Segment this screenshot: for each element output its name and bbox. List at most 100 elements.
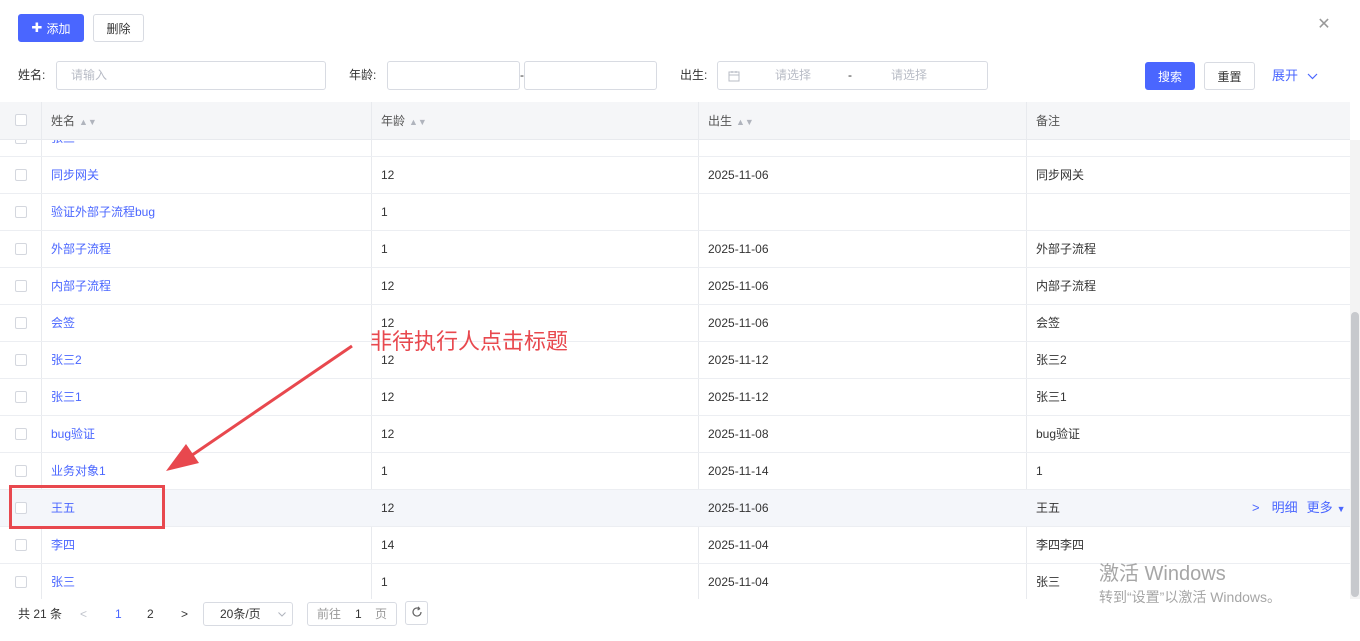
delete-button[interactable]: 删除: [93, 14, 144, 42]
row-note: 王五: [1036, 501, 1061, 515]
expand-toggle[interactable]: 展开: [1272, 62, 1318, 90]
birth-date-range-picker[interactable]: 请选择 - 请选择: [717, 61, 988, 90]
name-input[interactable]: 请输入: [56, 61, 326, 90]
row-more-label: 更多: [1306, 500, 1333, 515]
row-title-link[interactable]: 外部子流程: [51, 231, 111, 267]
row-checkbox[interactable]: [15, 169, 27, 181]
column-header-birth[interactable]: 出生 ▲▼: [708, 102, 754, 140]
row-checkbox[interactable]: [15, 465, 27, 477]
column-header-age-label: 年龄: [381, 114, 406, 128]
watermark-line2: 转到“设置”以激活 Windows。: [1099, 589, 1282, 605]
goto-page-input[interactable]: 1: [355, 603, 362, 625]
row-age: 1: [381, 575, 388, 589]
age-max-input[interactable]: [524, 61, 657, 90]
row-actions: > 明细 更多 ▼: [1252, 490, 1346, 526]
table-row: 李四 14 2025-11-04 李四李四: [0, 527, 1350, 564]
row-checkbox[interactable]: [15, 206, 27, 218]
add-button[interactable]: ✚ 添加: [18, 14, 84, 42]
row-checkbox[interactable]: [15, 576, 27, 588]
annotation-highlight-box: [9, 485, 165, 529]
row-age: 12: [381, 501, 395, 515]
row-title-link[interactable]: 张三: [51, 564, 75, 599]
row-age: 12: [381, 427, 395, 441]
column-header-age[interactable]: 年龄 ▲▼: [381, 102, 427, 140]
search-form: 姓名: 请输入 年龄: - 出生: 请选择 - 请选择 搜索 重置: [0, 56, 1360, 100]
birth-start-placeholder: 请选择: [775, 68, 812, 82]
expand-label: 展开: [1272, 68, 1299, 83]
goto-page-unit: 页: [375, 607, 388, 621]
next-page-icon[interactable]: >: [181, 599, 188, 629]
chevron-right-icon[interactable]: >: [1252, 500, 1260, 515]
reset-button[interactable]: 重置: [1204, 62, 1255, 90]
page-number[interactable]: 2: [147, 599, 154, 629]
row-birth: 2025-11-14: [708, 464, 769, 478]
goto-page-box[interactable]: 前往 1 页: [307, 602, 397, 626]
row-checkbox[interactable]: [15, 280, 27, 292]
row-title-link[interactable]: 张三2: [51, 342, 82, 378]
row-checkbox[interactable]: [15, 539, 27, 551]
row-title-link[interactable]: 会签: [51, 305, 75, 341]
row-title-link[interactable]: 业务对象1: [51, 453, 106, 489]
row-birth: 2025-11-04: [708, 538, 769, 552]
column-header-name[interactable]: 姓名 ▲▼: [51, 102, 97, 140]
row-checkbox[interactable]: [15, 243, 27, 255]
row-title-link[interactable]: 李四: [51, 527, 75, 563]
row-checkbox[interactable]: [15, 317, 27, 329]
chevron-down-icon: [278, 612, 286, 617]
row-age: 12: [381, 390, 395, 404]
annotation-text: 非待执行人点击标题: [370, 330, 569, 355]
row-age: 12: [381, 279, 395, 293]
delete-button-label: 删除: [106, 21, 131, 36]
birth-end-placeholder: 请选择: [891, 68, 928, 82]
row-more-dropdown[interactable]: 更多 ▼: [1307, 500, 1346, 515]
row-detail-link[interactable]: 明细: [1272, 500, 1298, 515]
row-age: 1: [381, 205, 388, 219]
row-title-link[interactable]: bug验证: [51, 416, 95, 452]
add-button-label: 添加: [46, 21, 71, 36]
row-birth: 2025-11-08: [708, 427, 769, 441]
page-size-select[interactable]: 20条/页: [203, 602, 293, 626]
column-header-birth-label: 出生: [708, 114, 733, 128]
table-row: 张三1 12 2025-11-12 张三1: [0, 379, 1350, 416]
column-header-note: 备注: [1036, 102, 1060, 140]
refresh-button[interactable]: [405, 601, 428, 625]
row-note: 李四李四: [1036, 538, 1085, 552]
sort-icon[interactable]: ▲▼: [736, 117, 754, 127]
close-icon[interactable]: ✕: [1316, 17, 1332, 33]
sort-icon[interactable]: ▲▼: [79, 117, 97, 127]
prev-page-icon[interactable]: <: [80, 599, 87, 629]
toolbar: ✚ 添加 删除 ✕: [0, 0, 1360, 56]
age-min-input[interactable]: [387, 61, 520, 90]
birth-label: 出生:: [680, 68, 708, 82]
search-button-label: 搜索: [1157, 69, 1182, 84]
row-birth: 2025-11-06: [708, 501, 769, 515]
goto-label: 前往: [317, 607, 342, 621]
row-checkbox[interactable]: [15, 354, 27, 366]
row-note: 张三: [1036, 575, 1061, 589]
column-header-note-label: 备注: [1036, 114, 1061, 128]
row-title-link[interactable]: 同步网关: [51, 157, 99, 193]
table-row: 业务对象1 1 2025-11-14 1: [0, 453, 1350, 490]
row-title-link[interactable]: 内部子流程: [51, 268, 111, 304]
row-checkbox[interactable]: [15, 391, 27, 403]
row-title-link[interactable]: 验证外部子流程bug: [51, 194, 155, 230]
page-number[interactable]: 1: [115, 599, 122, 629]
row-birth: 2025-11-06: [708, 279, 769, 293]
table-scrollbar-thumb[interactable]: [1351, 312, 1359, 597]
page-size-value: 20条/页: [220, 607, 261, 621]
table-row: 张三: [0, 140, 1350, 157]
row-title-link[interactable]: 张三1: [51, 379, 82, 415]
row-checkbox[interactable]: [15, 140, 27, 144]
sort-icon[interactable]: ▲▼: [409, 117, 427, 127]
data-table: 姓名▲▼ 年龄▲▼ 出生▲▼ 备注 张三 同步网关122025-11-06同步网…: [0, 102, 1360, 599]
row-note: 张三2: [1036, 353, 1067, 367]
row-title-link[interactable]: 张三: [51, 140, 75, 156]
row-birth: 2025-11-06: [708, 242, 769, 256]
search-button[interactable]: 搜索: [1145, 62, 1195, 90]
table-row: 外部子流程 1 2025-11-06 外部子流程: [0, 231, 1350, 268]
select-all-checkbox[interactable]: [15, 114, 27, 126]
table-row: 会签 12 2025-11-06 会签: [0, 305, 1350, 342]
name-label: 姓名:: [18, 68, 46, 82]
row-birth: 2025-11-06: [708, 316, 769, 330]
row-checkbox[interactable]: [15, 428, 27, 440]
